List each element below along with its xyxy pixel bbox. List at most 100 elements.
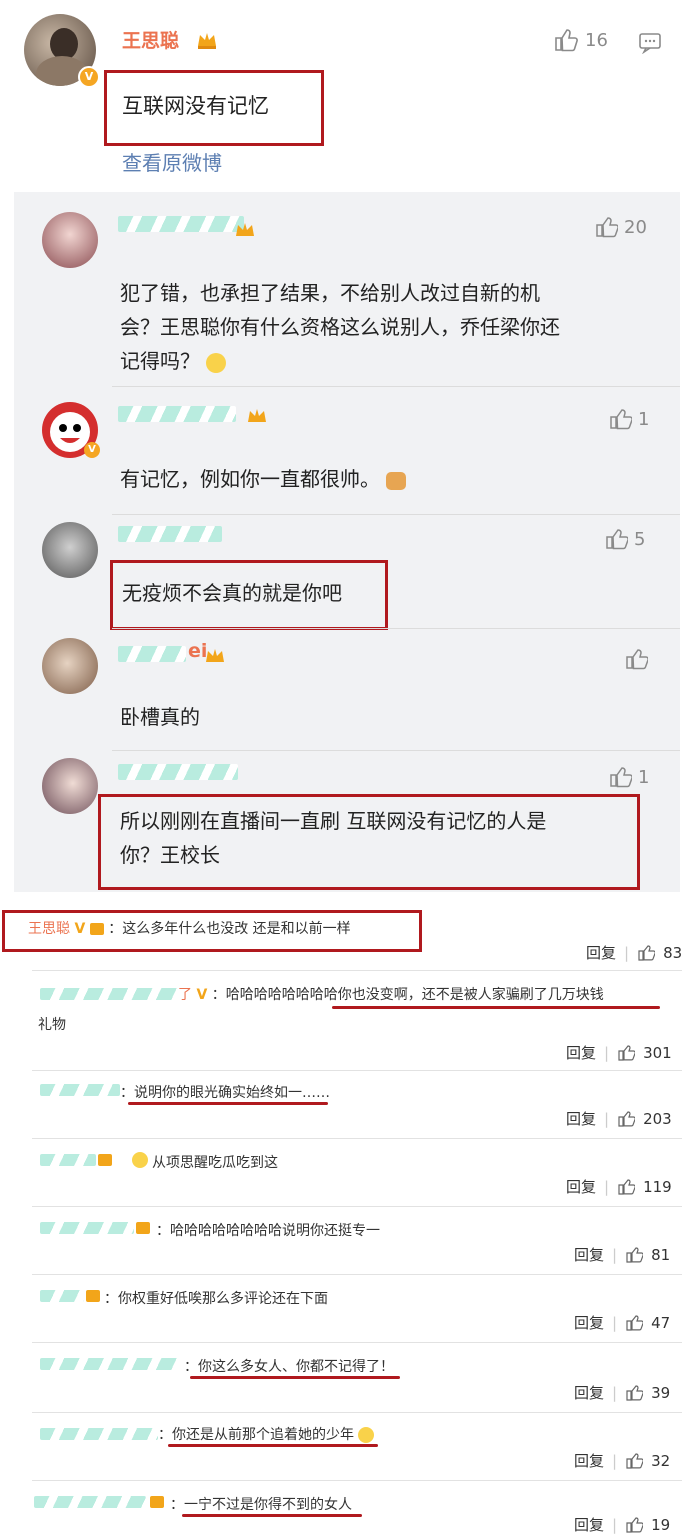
blurred-username[interactable]: [40, 1084, 120, 1096]
crown-icon: [236, 223, 254, 236]
blurred-username[interactable]: [118, 406, 236, 422]
like-count: 119: [643, 1177, 672, 1196]
blurred-username[interactable]: [40, 988, 180, 1000]
reply-button[interactable]: 回复: [574, 1244, 604, 1265]
like-count: 39: [651, 1383, 671, 1402]
avatar[interactable]: [42, 212, 98, 268]
reply-button[interactable]: 回复: [574, 1514, 604, 1535]
cat-emoji-icon: [386, 471, 407, 490]
thumbs-up-icon[interactable]: [625, 1516, 644, 1533]
thumbs-up-icon[interactable]: [617, 1110, 636, 1127]
avatar[interactable]: [42, 638, 98, 694]
vip-badge-icon: V: [196, 987, 208, 1003]
divider: [32, 1274, 682, 1275]
reply-button[interactable]: 回复: [566, 1176, 596, 1197]
like-button[interactable]: 1: [608, 408, 649, 430]
like-button[interactable]: 5: [604, 528, 645, 550]
red-underline: [168, 1444, 378, 1447]
thumbs-up-icon[interactable]: [617, 1044, 636, 1061]
weibo-thread: V 王思聪 16 互联网没有记忆 查看原微博 20 犯了错，也承担了结果，不给别…: [0, 0, 700, 893]
crown-icon: [136, 1222, 150, 1234]
like-count: 203: [643, 1109, 672, 1128]
comment-actions: 回复 | 301: [566, 1042, 672, 1063]
thumbs-up-icon[interactable]: [625, 1384, 644, 1401]
thumbs-up-icon[interactable]: [625, 1452, 644, 1469]
thumbs-up-icon: [626, 649, 648, 670]
divider: [112, 750, 680, 751]
blurred-username[interactable]: [118, 764, 238, 780]
comment-text-continued: 礼物: [38, 1017, 66, 1033]
crown-icon: [89, 923, 104, 935]
reply-text: 犯了错，也承担了结果，不给别人改过自新的机 会？王思聪你有什么资格这么说别人，乔…: [120, 281, 560, 373]
avatar[interactable]: [42, 522, 98, 578]
reply-button[interactable]: 回复: [574, 1382, 604, 1403]
blurred-username[interactable]: [118, 216, 244, 232]
crown-icon: [198, 33, 216, 49]
like-count: 20: [624, 216, 647, 238]
divider: [32, 1206, 682, 1207]
comment-actions: 回复 | 81: [574, 1244, 671, 1265]
vip-badge-icon: V: [74, 921, 86, 937]
divider: [112, 386, 680, 387]
crown-icon: [98, 1154, 112, 1166]
red-underline: [182, 1514, 362, 1517]
like-button[interactable]: [624, 648, 654, 670]
comment-actions: 回复 | 83: [586, 942, 683, 963]
crown-icon: [86, 1290, 100, 1302]
comment-text: 了 V ：哈哈哈哈哈哈哈哈你也没变啊，还不是被人家骗刷了几万块钱: [178, 987, 604, 1003]
comment-actions: 回复 | 119: [566, 1176, 672, 1197]
comment-actions: 回复 | 47: [574, 1312, 671, 1333]
like-count: 32: [651, 1451, 671, 1470]
main-post: V 王思聪 16 互联网没有记忆 查看原微博: [0, 0, 680, 192]
blurred-username[interactable]: [40, 1154, 96, 1166]
blurred-username[interactable]: [40, 1358, 180, 1370]
divider: [32, 1070, 682, 1071]
comment-actions: 回复 | 19: [574, 1514, 671, 1535]
blurred-username[interactable]: [34, 1496, 146, 1508]
blurred-username[interactable]: [40, 1428, 158, 1440]
thumbs-up-icon: [610, 409, 632, 430]
like-count: 47: [651, 1313, 671, 1332]
reply-button[interactable]: 回复: [566, 1042, 596, 1063]
avatar[interactable]: [42, 758, 98, 814]
comment-text: ：说明你的眼光确实始终如一……: [120, 1085, 330, 1101]
reply-button[interactable]: 回复: [574, 1312, 604, 1333]
like-count: 83: [663, 943, 683, 962]
comment-text: ：你权重好低唉那么多评论还在下面: [104, 1291, 328, 1307]
comment-text: ：你还是从前那个追着她的少年: [158, 1424, 375, 1444]
blurred-username[interactable]: [40, 1290, 84, 1302]
like-button[interactable]: 16: [553, 28, 608, 52]
like-count: 19: [651, 1515, 671, 1534]
thumbs-up-icon: [606, 529, 628, 550]
blurred-username[interactable]: [40, 1222, 134, 1234]
commenter-name[interactable]: 王思聪: [28, 921, 70, 937]
reply-text: 无疫烦不会真的就是你吧: [122, 581, 342, 605]
like-button[interactable]: 20: [594, 216, 647, 238]
reply-button[interactable]: 回复: [566, 1108, 596, 1129]
blurred-username[interactable]: [118, 526, 222, 542]
crown-icon: [206, 649, 224, 662]
thumbs-up-icon[interactable]: [617, 1178, 636, 1195]
view-original-link[interactable]: 查看原微博: [122, 147, 222, 176]
like-button[interactable]: 1: [608, 766, 649, 788]
reply-button[interactable]: 回复: [574, 1450, 604, 1471]
thumbs-up-icon[interactable]: [625, 1314, 644, 1331]
reply-button[interactable]: 回复: [586, 942, 616, 963]
face-emoji-icon: [132, 1152, 148, 1168]
divider: [32, 1480, 682, 1481]
post-text: 互联网没有记忆: [122, 94, 269, 118]
comment-text: 王思聪 V ：这么多年什么也没改 还是和以前一样: [28, 921, 351, 937]
divider: [32, 970, 682, 971]
comment-text: ：哈哈哈哈哈哈哈哈说明你还挺专一: [156, 1223, 380, 1239]
like-count: 16: [585, 29, 608, 51]
blurred-username[interactable]: [118, 646, 186, 662]
thumbs-up-icon[interactable]: [637, 944, 656, 961]
reply-text: 卧槽真的: [120, 705, 200, 729]
comment-text: ：你这么多女人、你都不记得了！: [184, 1359, 394, 1375]
comment-icon[interactable]: [638, 32, 662, 54]
reply-text: 有记忆，例如你一直都很帅。: [120, 462, 407, 496]
post-username[interactable]: 王思聪: [122, 26, 179, 53]
thumbs-up-icon[interactable]: [625, 1246, 644, 1263]
divider: [32, 1138, 682, 1139]
comment-actions: 回复 | 203: [566, 1108, 672, 1129]
